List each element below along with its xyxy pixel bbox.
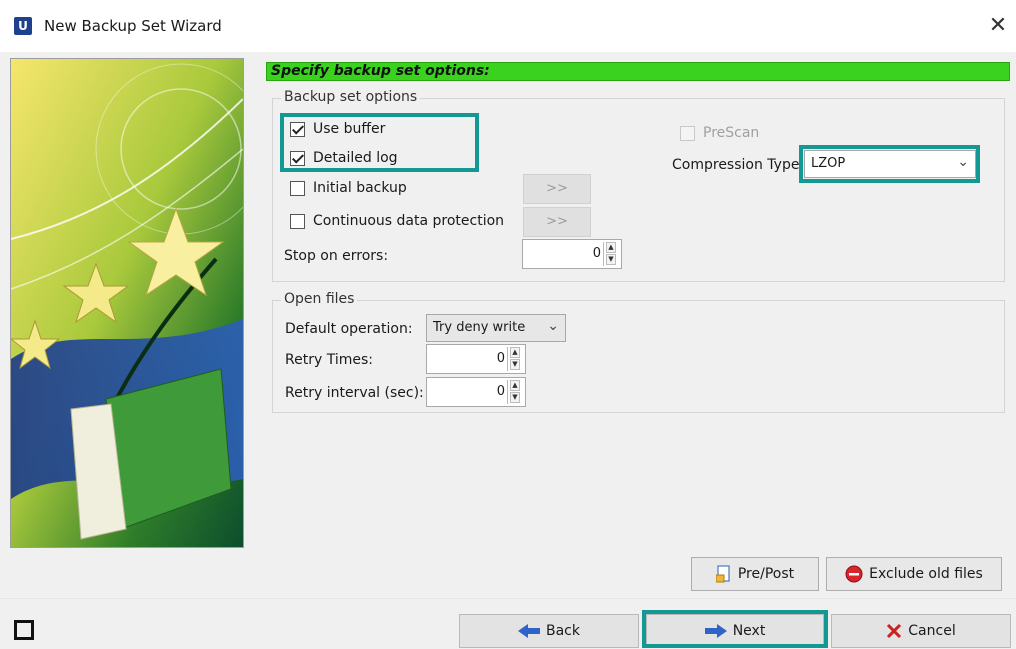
cdp-label: Continuous data protection bbox=[313, 213, 505, 229]
back-label: Back bbox=[546, 623, 580, 639]
detailed-log-checkbox[interactable]: Detailed log bbox=[290, 150, 398, 166]
cancel-label: Cancel bbox=[908, 623, 956, 639]
retry-interval-spinner[interactable]: 0 ▲ ▼ bbox=[426, 377, 526, 407]
open-files-legend: Open files bbox=[281, 291, 358, 307]
compression-type-select[interactable]: LZOP ⌄ bbox=[804, 150, 976, 178]
next-arrow-icon bbox=[704, 624, 727, 638]
app-u-icon: U bbox=[14, 17, 32, 35]
retry-times-spinner[interactable]: 0 ▲ ▼ bbox=[426, 344, 526, 374]
red-circle-icon bbox=[845, 565, 863, 583]
retry-times-arrows[interactable]: ▲ ▼ bbox=[507, 347, 523, 371]
cdp-options-button[interactable]: >> bbox=[523, 207, 591, 237]
retry-times-label: Retry Times: bbox=[285, 352, 373, 368]
default-operation-value: Try deny write bbox=[433, 320, 526, 335]
chevron-down-icon[interactable]: ⌄ bbox=[547, 318, 559, 334]
exclude-old-files-label: Exclude old files bbox=[869, 566, 983, 582]
backup-set-options-legend: Backup set options bbox=[281, 89, 421, 105]
spin-up-icon[interactable]: ▲ bbox=[510, 347, 520, 358]
back-arrow-icon bbox=[518, 624, 540, 638]
initial-backup-checkbox[interactable]: Initial backup bbox=[290, 180, 407, 196]
use-buffer-label: Use buffer bbox=[313, 121, 386, 137]
next-button[interactable]: Next bbox=[646, 614, 824, 648]
initial-backup-options-button[interactable]: >> bbox=[523, 174, 591, 204]
document-icon bbox=[715, 565, 730, 583]
retry-interval-value: 0 bbox=[496, 384, 505, 399]
next-label: Next bbox=[732, 623, 766, 639]
use-buffer-check-icon[interactable] bbox=[290, 121, 305, 137]
close-icon[interactable]: ✕ bbox=[984, 12, 1012, 40]
page-heading: Specify backup set options: bbox=[271, 63, 490, 79]
compression-type-value: LZOP bbox=[811, 156, 846, 171]
pre-post-button[interactable]: Pre/Post bbox=[691, 557, 819, 591]
chevron-down-icon[interactable]: ⌄ bbox=[957, 154, 969, 170]
compression-type-label: Compression Type bbox=[672, 157, 800, 173]
spin-up-icon[interactable]: ▲ bbox=[606, 242, 616, 253]
initial-backup-check-icon[interactable] bbox=[290, 180, 305, 196]
use-buffer-checkbox[interactable]: Use buffer bbox=[290, 121, 385, 137]
spin-up-icon[interactable]: ▲ bbox=[510, 380, 520, 391]
retry-interval-label: Retry interval (sec): bbox=[285, 385, 424, 401]
cancel-button[interactable]: Cancel bbox=[831, 614, 1011, 648]
stop-on-errors-value: 0 bbox=[592, 246, 601, 261]
wizard-banner-image bbox=[10, 58, 244, 548]
retry-interval-arrows[interactable]: ▲ ▼ bbox=[507, 380, 523, 404]
detailed-log-label: Detailed log bbox=[313, 150, 398, 166]
exclude-old-files-button[interactable]: Exclude old files bbox=[826, 557, 1002, 591]
initial-backup-label: Initial backup bbox=[313, 180, 407, 196]
stop-on-errors-label: Stop on errors: bbox=[284, 248, 389, 264]
retry-times-value: 0 bbox=[496, 351, 505, 366]
default-operation-label: Default operation: bbox=[285, 321, 413, 337]
stop-on-errors-arrows[interactable]: ▲ ▼ bbox=[603, 242, 619, 266]
window-title: New Backup Set Wizard bbox=[44, 17, 222, 35]
heading-bar: Specify backup set options: bbox=[266, 62, 1010, 81]
spin-down-icon[interactable]: ▼ bbox=[606, 254, 616, 265]
default-operation-select[interactable]: Try deny write ⌄ bbox=[426, 314, 566, 342]
title-bar: U New Backup Set Wizard ✕ bbox=[0, 0, 1016, 52]
prescan-label: PreScan bbox=[703, 125, 760, 141]
pre-post-label: Pre/Post bbox=[737, 566, 795, 582]
window-square-icon[interactable] bbox=[14, 620, 34, 640]
detailed-log-check-icon[interactable] bbox=[290, 150, 305, 166]
wizard-banner-graphic bbox=[11, 59, 243, 547]
prescan-checkbox: PreScan bbox=[680, 125, 759, 141]
prescan-check-icon bbox=[680, 125, 695, 141]
spin-down-icon[interactable]: ▼ bbox=[510, 392, 520, 403]
continuous-data-protection-checkbox[interactable]: Continuous data protection bbox=[290, 213, 504, 229]
back-button[interactable]: Back bbox=[459, 614, 639, 648]
stop-on-errors-spinner[interactable]: 0 ▲ ▼ bbox=[522, 239, 622, 269]
cdp-check-icon[interactable] bbox=[290, 213, 305, 229]
red-x-icon bbox=[887, 623, 902, 639]
spin-down-icon[interactable]: ▼ bbox=[510, 359, 520, 370]
